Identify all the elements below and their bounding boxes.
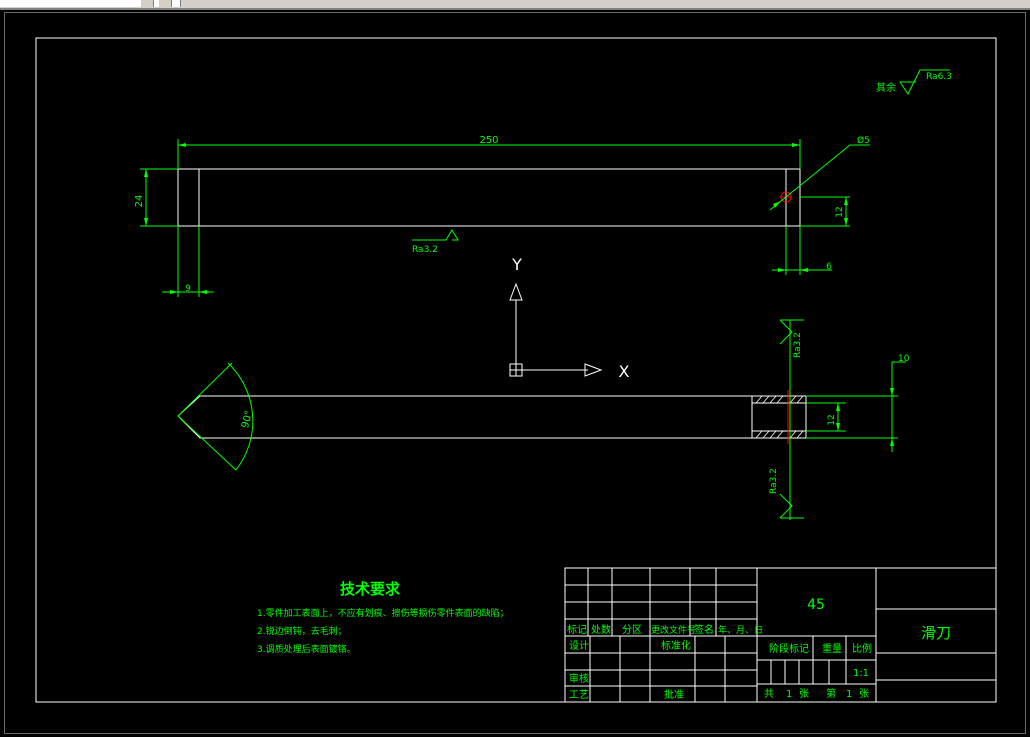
roughness-hole-lower: Ra3.2 xyxy=(769,468,779,494)
dim-hole-dia: Ø5 xyxy=(857,135,870,146)
dim-slot: 12 xyxy=(827,414,837,425)
roughness-hole-upper: Ra3.2 xyxy=(793,332,803,358)
part-outline-front xyxy=(177,395,807,439)
tb-count: 处数 xyxy=(591,623,611,636)
tb-stage-mark: 阶段标记 xyxy=(769,642,809,655)
tb-design: 设计 xyxy=(569,639,589,652)
ucs-icon: Y X xyxy=(509,255,630,381)
ucs-y-label: Y xyxy=(511,255,522,274)
tb-process: 工艺 xyxy=(569,689,589,701)
tech-title: 技术要求 xyxy=(340,580,401,598)
tb-total: 共 xyxy=(764,688,774,700)
tb-sheet-unit: 张 xyxy=(799,688,809,700)
roughness-top: Ra3.2 xyxy=(412,245,438,255)
roughness-other: 其余 Ra6.3 xyxy=(876,69,952,95)
tb-sheet-no2: 张 xyxy=(859,688,869,700)
tb-weight: 重量 xyxy=(822,642,842,655)
tech-item: 2.锐边倒钝，去毛刺； xyxy=(257,625,347,637)
tb-scale: 1:1 xyxy=(853,668,869,679)
title-block-text: 标记 处数 分区 更改文件号 签名 年、月、日 设计 标准化 审核 工艺 批准 … xyxy=(567,597,951,701)
front-view: Ra3.2 Ra3.2 12 10 90° xyxy=(177,319,910,520)
tb-sheet-no: 第 xyxy=(826,687,836,700)
tb-change-doc: 更改文件号 xyxy=(651,624,696,636)
top-view: 250 24 9 12 6 Ø5 Ra3.2 xyxy=(134,135,870,297)
tb-ratio: 比例 xyxy=(852,642,872,655)
tb-standard: 标准化 xyxy=(661,639,691,652)
tb-part-name: 滑刀 xyxy=(921,624,951,642)
dim-length: 250 xyxy=(479,135,498,146)
tb-zone: 分区 xyxy=(622,624,642,636)
tb-approve: 批准 xyxy=(664,688,684,701)
ucs-x-label: X xyxy=(619,362,630,381)
tech-item: 3.调质处理后表面镀铬。 xyxy=(257,643,356,655)
tech-requirements: 技术要求 1.零件加工表面上，不应有划痕、擦伤等损伤零件表面的缺陷； 2.锐边倒… xyxy=(257,580,509,655)
tb-num-total: 1 xyxy=(786,689,792,700)
dim-hole-right: 6 xyxy=(826,262,832,272)
dim-thickness: 10 xyxy=(898,354,910,364)
cad-drawing[interactable]: 250 24 9 12 6 Ø5 Ra3.2 Y X Ra3.2 Ra3.2 1… xyxy=(0,0,1030,737)
dim-height: 24 xyxy=(134,195,145,208)
roughness-other-value: Ra6.3 xyxy=(926,72,952,82)
tech-item: 1.零件加工表面上，不应有划痕、擦伤等损伤零件表面的缺陷； xyxy=(257,607,509,619)
dim-offset-left: 9 xyxy=(185,284,191,294)
tb-date: 年、月、日 xyxy=(718,624,763,636)
dim-hole-bottom: 12 xyxy=(835,206,845,217)
tb-mark: 标记 xyxy=(567,624,587,636)
tb-review: 审核 xyxy=(569,672,589,685)
roughness-other-label: 其余 xyxy=(876,81,896,94)
part-outline-top xyxy=(177,168,801,227)
tb-num-sheet: 1 xyxy=(846,689,852,700)
tb-sign: 签名 xyxy=(694,623,714,636)
tb-material: 45 xyxy=(807,597,825,613)
